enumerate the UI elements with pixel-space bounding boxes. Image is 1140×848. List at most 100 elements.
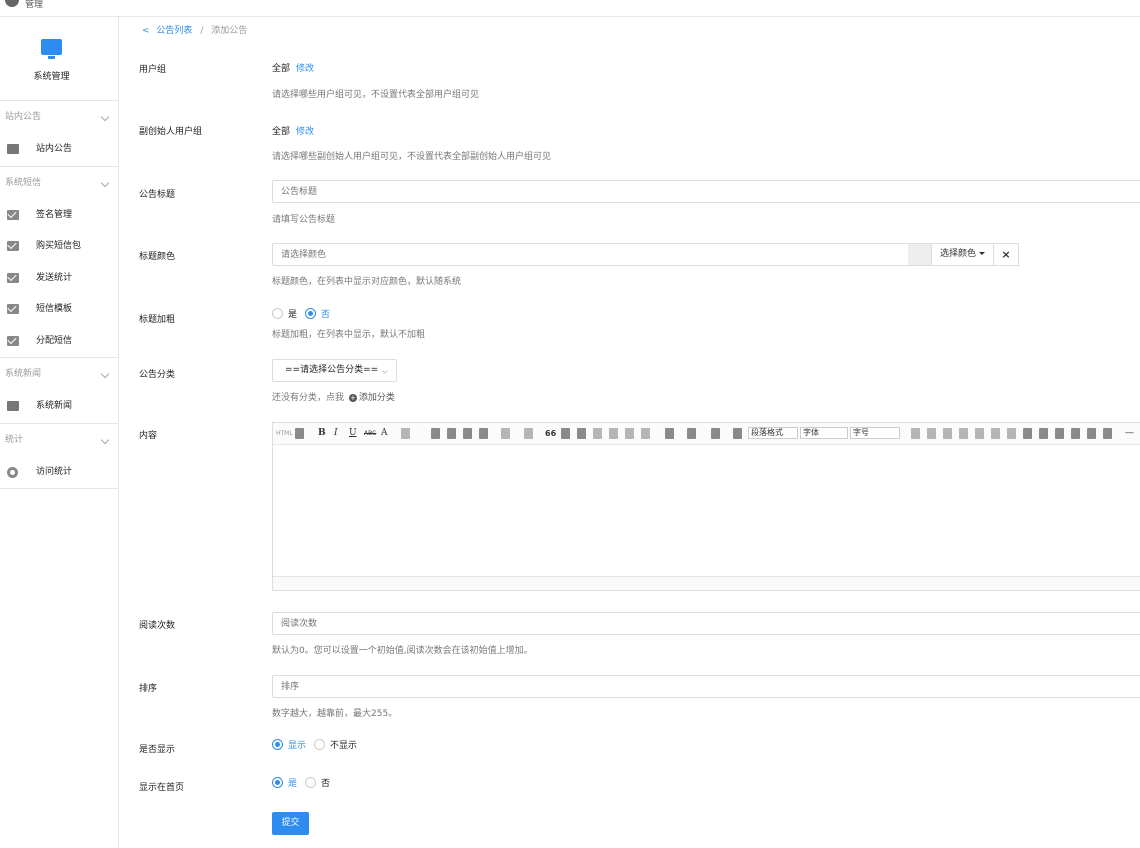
merge-right-icon[interactable] <box>1039 428 1048 439</box>
visible-hide-label[interactable]: 不显示 <box>330 738 357 751</box>
title-color-input[interactable] <box>272 243 909 266</box>
align-center-icon[interactable] <box>447 428 456 439</box>
sidebar-item-label: 发送统计 <box>36 272 73 283</box>
back-icon[interactable]: < <box>142 26 150 36</box>
add-category-link[interactable]: + 添加分类 <box>347 393 395 403</box>
sidebar-item-send-stats[interactable]: 发送统计 <box>0 263 118 295</box>
clear-color-button[interactable]: × <box>993 243 1019 266</box>
sidebar-item-visit-stats[interactable]: 访问统计 <box>0 457 118 489</box>
html-source-button[interactable]: HTML <box>276 428 293 439</box>
choose-color-button[interactable]: 选择颜色 <box>931 243 994 266</box>
table-icon[interactable] <box>577 428 586 439</box>
visible-show-radio[interactable] <box>272 739 283 750</box>
read-count-input[interactable] <box>272 612 1140 635</box>
insert-row-before-icon[interactable] <box>943 428 952 439</box>
sidebar-group-header[interactable]: 站内公告 <box>0 101 118 134</box>
homepage-no-label[interactable]: 否 <box>321 776 330 789</box>
eraser-icon[interactable] <box>641 428 650 439</box>
delete-row-icon[interactable] <box>975 428 984 439</box>
sidebar-item-sms-template[interactable]: 短信模板 <box>0 294 118 326</box>
delete-col-icon[interactable] <box>1007 428 1016 439</box>
split-cells-icon[interactable] <box>1071 428 1080 439</box>
bold-yes-label[interactable]: 是 <box>288 307 297 320</box>
visible-hide-radio[interactable] <box>314 739 326 750</box>
sidebar-group-header[interactable]: 系统新闻 <box>0 358 118 391</box>
sort-help: 数字越大，越靠前，最大255。 <box>272 709 398 719</box>
music-icon[interactable] <box>593 428 602 439</box>
highlight-icon[interactable] <box>401 428 410 439</box>
category-select[interactable]: ==请选择公告分类== <box>272 359 397 382</box>
sidebar-item-buy-sms[interactable]: 购买短信包 <box>0 231 118 263</box>
font-color-button[interactable]: A <box>381 428 388 439</box>
visible-show-label[interactable]: 显示 <box>288 738 306 751</box>
sidebar-group-header[interactable]: 统计 <box>0 424 118 457</box>
split-rows-icon[interactable] <box>1087 428 1096 439</box>
insert-table-icon[interactable] <box>911 428 920 439</box>
founder-group-label: 副创始人用户组 <box>139 127 203 137</box>
sidebar-item-label: 访问统计 <box>36 466 73 477</box>
align-left-icon[interactable] <box>431 428 440 439</box>
sidebar-group-header[interactable]: 系统短信 <box>0 167 118 200</box>
split-cols-icon[interactable] <box>1103 428 1112 439</box>
underline-button[interactable]: U <box>349 428 357 439</box>
sidebar-item-notice[interactable]: 站内公告 <box>0 134 118 166</box>
sidebar-item-news[interactable]: 系统新闻 <box>0 391 118 423</box>
usergroup-help: 请选择哪些用户组可见，不设置代表全部用户组可见 <box>272 90 480 100</box>
insert-row-icon[interactable] <box>959 428 968 439</box>
indent-icon[interactable] <box>733 428 742 439</box>
color-swatch[interactable] <box>908 243 932 266</box>
breadcrumb-parent[interactable]: 公告列表 <box>156 26 192 36</box>
align-right-icon[interactable] <box>463 428 472 439</box>
align-justify-icon[interactable] <box>479 428 488 439</box>
sidebar-item-assign-sms[interactable]: 分配短信 <box>0 326 118 358</box>
blockquote-button[interactable]: 66 <box>545 428 556 439</box>
homepage-yes-radio[interactable] <box>272 777 283 788</box>
title-input[interactable] <box>272 180 1140 203</box>
sidebar-group-sms: 系统短信 签名管理 购买短信包 发送统计 短信模板 分配短信 <box>0 167 118 358</box>
ordered-list-icon[interactable] <box>501 428 510 439</box>
chevron-down-icon <box>100 435 110 444</box>
founder-group-value: 全部 修改 <box>272 127 315 137</box>
merge-down-icon[interactable] <box>1055 428 1064 439</box>
unordered-list-icon[interactable] <box>524 428 533 439</box>
paragraph-spacing-icon[interactable] <box>665 428 674 439</box>
avatar[interactable] <box>5 0 19 7</box>
search-icon[interactable] <box>295 428 304 439</box>
mail-icon <box>7 272 19 283</box>
sidebar-brand[interactable]: 系统管理 <box>0 17 118 101</box>
usergroup-edit-link[interactable]: 修改 <box>296 64 314 74</box>
submit-button[interactable]: 提交 <box>272 812 309 835</box>
image-icon[interactable] <box>561 428 570 439</box>
bold-no-radio[interactable] <box>305 308 317 319</box>
title-label: 公告标题 <box>139 190 176 200</box>
emoji-icon[interactable] <box>609 428 618 439</box>
mail-icon <box>7 241 19 251</box>
horizontal-rule-button[interactable]: — <box>1125 428 1134 439</box>
insert-col-icon[interactable] <box>991 428 1000 439</box>
read-count-label: 阅读次数 <box>139 621 176 631</box>
font-family-select[interactable]: 字体 <box>800 427 848 439</box>
founder-group-edit-link[interactable]: 修改 <box>296 127 314 137</box>
paragraph-format-select[interactable]: 段落格式 <box>748 427 798 439</box>
sidebar-item-signature[interactable]: 签名管理 <box>0 200 118 232</box>
sort-input[interactable] <box>272 675 1140 698</box>
merge-cells-icon[interactable] <box>1023 428 1032 439</box>
table-props-icon[interactable] <box>927 428 936 439</box>
link-icon[interactable] <box>625 428 634 439</box>
username[interactable]: 管理 <box>25 0 43 10</box>
homepage-yes-label[interactable]: 是 <box>288 776 297 789</box>
doc-icon <box>7 401 19 411</box>
bold-button[interactable]: B <box>318 428 326 439</box>
row-spacing-icon[interactable] <box>687 428 696 439</box>
font-size-select[interactable]: 字号 <box>850 427 900 439</box>
sort-label: 排序 <box>139 684 158 694</box>
line-height-icon[interactable] <box>711 428 720 439</box>
rich-text-editor[interactable]: HTML B I U ABC A 66 段落格式 字体 字号 — <box>272 422 1140 591</box>
strikethrough-button[interactable]: ABC <box>364 428 376 439</box>
bold-yes-radio[interactable] <box>272 308 283 319</box>
usergroup-value: 全部 修改 <box>272 64 315 74</box>
title-bold-help: 标题加粗，在列表中显示，默认不加粗 <box>272 330 426 340</box>
homepage-no-radio[interactable] <box>305 777 317 788</box>
bold-no-label[interactable]: 否 <box>321 307 330 320</box>
italic-button[interactable]: I <box>334 428 338 439</box>
